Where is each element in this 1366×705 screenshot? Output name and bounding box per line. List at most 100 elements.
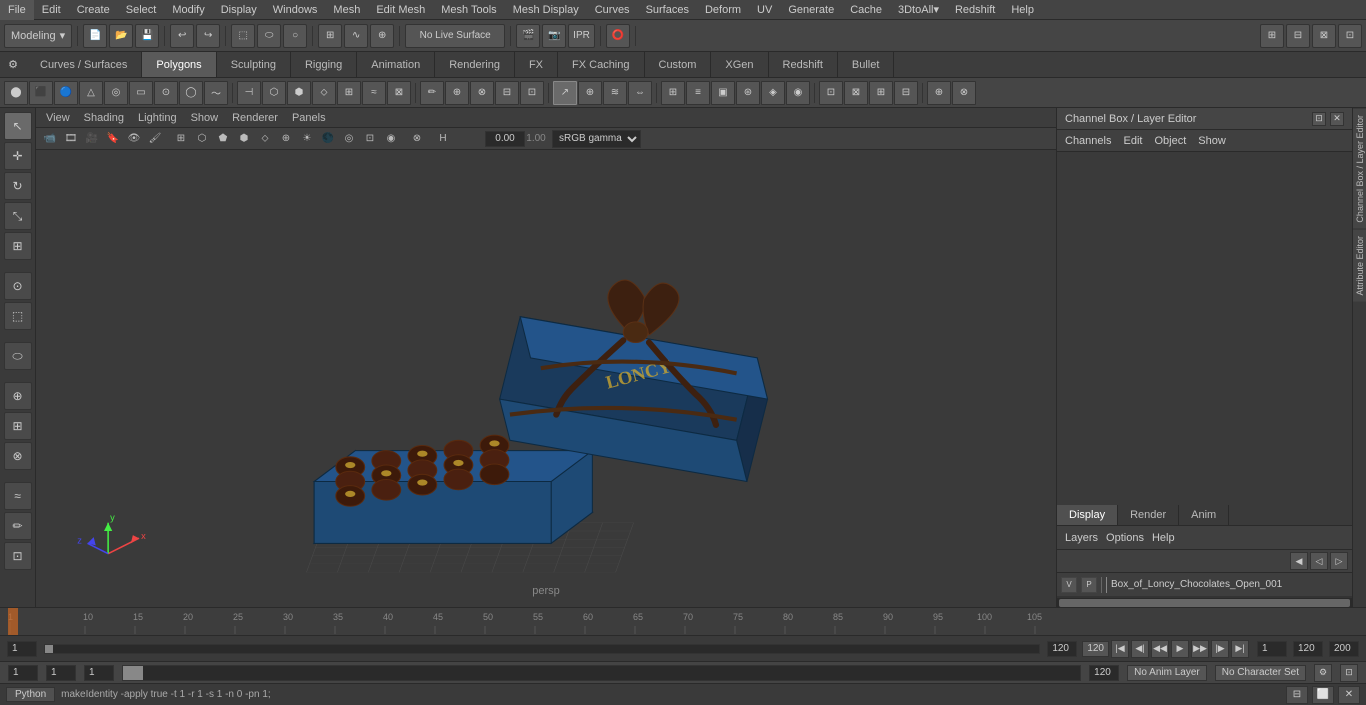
menu-windows[interactable]: Windows bbox=[265, 0, 326, 20]
play-back-btn[interactable]: ◀◀ bbox=[1151, 640, 1169, 658]
ipr-btn[interactable]: IPR bbox=[568, 24, 595, 48]
menu-3dto[interactable]: 3DtoAll▾ bbox=[890, 0, 947, 20]
field2[interactable]: 1 bbox=[46, 665, 76, 681]
aa-icon[interactable]: ◎ bbox=[339, 130, 359, 148]
menu-select[interactable]: Select bbox=[118, 0, 165, 20]
object-tab[interactable]: Object bbox=[1154, 135, 1186, 147]
tool4-icon-btn[interactable]: ⊟ bbox=[495, 81, 519, 105]
step-fwd-btn[interactable]: |▶ bbox=[1211, 640, 1229, 658]
menu-create[interactable]: Create bbox=[69, 0, 118, 20]
shade1-icon[interactable]: ⬟ bbox=[213, 130, 233, 148]
slider-thumb[interactable] bbox=[123, 666, 143, 680]
layer-visible-btn[interactable]: V bbox=[1061, 577, 1077, 593]
layer-playback-btn[interactable]: P bbox=[1081, 577, 1097, 593]
tool2-icon-btn[interactable]: ⊕ bbox=[445, 81, 469, 105]
menu-mesh-display[interactable]: Mesh Display bbox=[505, 0, 587, 20]
tab-sculpting[interactable]: Sculpting bbox=[217, 52, 291, 77]
rotate-tool-btn[interactable]: ↻ bbox=[4, 172, 32, 200]
torus-icon-btn[interactable]: ◎ bbox=[104, 81, 128, 105]
menu-help[interactable]: Help bbox=[1003, 0, 1042, 20]
gamma-select[interactable]: sRGB gamma bbox=[552, 130, 641, 148]
show-menu[interactable]: Show bbox=[185, 108, 225, 128]
ao-icon[interactable]: ⊕ bbox=[276, 130, 296, 148]
wire-icon[interactable]: ⬡ bbox=[192, 130, 212, 148]
status-settings-btn[interactable]: ⚙ bbox=[1314, 664, 1332, 682]
menu-surfaces[interactable]: Surfaces bbox=[638, 0, 697, 20]
render-btn[interactable]: 🎬 bbox=[516, 24, 540, 48]
scale-tool-btn[interactable]: ⤡ bbox=[4, 202, 32, 230]
move-tool-btn[interactable]: ✛ bbox=[4, 142, 32, 170]
bridge-icon-btn[interactable]: ⬦ bbox=[312, 81, 336, 105]
render-tab[interactable]: Render bbox=[1118, 505, 1179, 525]
xform1-btn[interactable]: ⊕ bbox=[927, 81, 951, 105]
channel-box-side-tab[interactable]: Channel Box / Layer Editor bbox=[1353, 108, 1366, 229]
snap-curve-btn[interactable]: ∿ bbox=[344, 24, 368, 48]
xray-icon[interactable]: ⬦ bbox=[255, 130, 275, 148]
panels-menu[interactable]: Panels bbox=[286, 108, 332, 128]
end-frame-field[interactable]: 120 bbox=[1047, 641, 1077, 657]
timeline-track[interactable]: 1 10 15 20 25 30 35 40 45 bbox=[0, 608, 1366, 635]
attribute-editor-side-tab[interactable]: Attribute Editor bbox=[1353, 229, 1366, 302]
layer-row[interactable]: V P Box_of_Loncy_Chocolates_Open_001 bbox=[1057, 573, 1352, 597]
range-end-field[interactable]: 120 bbox=[1293, 641, 1323, 657]
tab-rigging[interactable]: Rigging bbox=[291, 52, 357, 77]
lasso-select-btn[interactable]: ⬭ bbox=[4, 342, 32, 370]
film-icon[interactable]: 🎞 bbox=[61, 130, 81, 148]
anim-layer-dropdown[interactable]: No Anim Layer bbox=[1127, 665, 1207, 681]
crease-btn[interactable]: ⊛ bbox=[736, 81, 760, 105]
tab-rendering[interactable]: Rendering bbox=[435, 52, 515, 77]
end-frame-status[interactable]: 120 bbox=[1089, 665, 1119, 681]
layers-options[interactable]: Options bbox=[1106, 532, 1144, 544]
paint3-icon[interactable]: 🖌 bbox=[145, 130, 165, 148]
tab-fx[interactable]: FX bbox=[515, 52, 558, 77]
pipe-icon-btn[interactable]: ◯ bbox=[179, 81, 203, 105]
anim-btn[interactable]: ⭕ bbox=[606, 24, 630, 48]
light3-icon[interactable]: ☀ bbox=[297, 130, 317, 148]
mirror-icon-btn[interactable]: ⊣ bbox=[237, 81, 261, 105]
cam2-icon[interactable]: 🎥 bbox=[82, 130, 102, 148]
play-btn[interactable]: ▶ bbox=[1171, 640, 1189, 658]
eye-icon[interactable]: 👁 bbox=[124, 130, 144, 148]
channels-tab[interactable]: Channels bbox=[1065, 135, 1111, 147]
menu-curves[interactable]: Curves bbox=[587, 0, 638, 20]
taskbar-icon2[interactable]: ⬜ bbox=[1312, 686, 1334, 704]
status-extra-btn[interactable]: ⊡ bbox=[1340, 664, 1358, 682]
step-back-btn[interactable]: ◀| bbox=[1131, 640, 1149, 658]
taskbar-icon1[interactable]: ⊟ bbox=[1286, 686, 1308, 704]
snap-point-btn[interactable]: ⊕ bbox=[370, 24, 394, 48]
harden-btn[interactable]: ◈ bbox=[761, 81, 785, 105]
bevel-icon-btn[interactable]: ⬡ bbox=[262, 81, 286, 105]
bookmark-icon[interactable]: 🔖 bbox=[103, 130, 123, 148]
renderer-menu[interactable]: Renderer bbox=[226, 108, 284, 128]
disc-icon-btn[interactable]: ⊙ bbox=[154, 81, 178, 105]
tab-custom[interactable]: Custom bbox=[645, 52, 712, 77]
tab-xgen[interactable]: XGen bbox=[711, 52, 768, 77]
tab-polygons[interactable]: Polygons bbox=[142, 52, 216, 77]
color2-btn[interactable]: ⊠ bbox=[844, 81, 868, 105]
lighting-menu[interactable]: Lighting bbox=[132, 108, 183, 128]
cone-icon-btn[interactable]: △ bbox=[79, 81, 103, 105]
color1-btn[interactable]: ⊡ bbox=[819, 81, 843, 105]
new-btn[interactable]: 📄 bbox=[83, 24, 107, 48]
show-tab[interactable]: Show bbox=[1198, 135, 1226, 147]
range-start-field[interactable]: 1 bbox=[1257, 641, 1287, 657]
panel-close-btn[interactable]: ✕ bbox=[1330, 112, 1344, 126]
shadow-icon[interactable]: 🌑 bbox=[318, 130, 338, 148]
lasso-btn[interactable]: ⬭ bbox=[257, 24, 281, 48]
paint-skin-btn[interactable]: ✏ bbox=[4, 512, 32, 540]
tab-animation[interactable]: Animation bbox=[357, 52, 435, 77]
tab-fx-caching[interactable]: FX Caching bbox=[558, 52, 644, 77]
anim-tab[interactable]: Anim bbox=[1179, 505, 1229, 525]
viewport-3d[interactable]: LONCY bbox=[36, 150, 1056, 607]
cube-icon-btn[interactable]: ⬛ bbox=[29, 81, 53, 105]
display-tab[interactable]: Display bbox=[1057, 505, 1118, 525]
tex-icon[interactable]: ⊡ bbox=[360, 130, 380, 148]
tool1-icon-btn[interactable]: ✏ bbox=[420, 81, 444, 105]
menu-display[interactable]: Display bbox=[213, 0, 265, 20]
display3-btn[interactable]: ▣ bbox=[711, 81, 735, 105]
env-icon[interactable]: ◉ bbox=[381, 130, 401, 148]
smooth-icon-btn[interactable]: ≈ bbox=[362, 81, 386, 105]
go-start-btn[interactable]: |◀ bbox=[1111, 640, 1129, 658]
snap-btn[interactable]: ⊕ bbox=[4, 382, 32, 410]
max-frame-field[interactable]: 200 bbox=[1329, 641, 1359, 657]
